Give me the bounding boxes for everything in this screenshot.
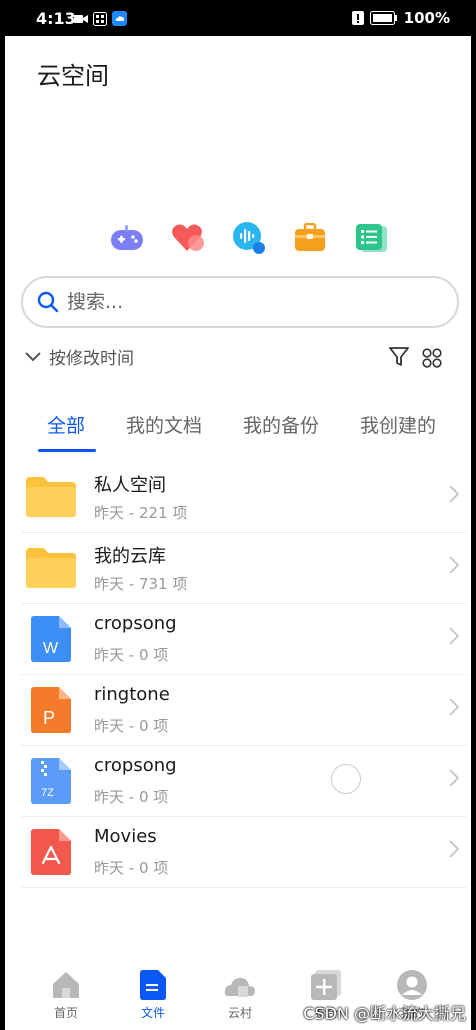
tab-my-backups[interactable]: 我的备份 xyxy=(243,411,319,438)
search-input[interactable] xyxy=(67,288,437,316)
briefcase-icon[interactable] xyxy=(292,220,328,256)
tab-my-documents[interactable]: 我的文档 xyxy=(126,411,202,438)
word-file-icon: W xyxy=(25,616,77,662)
sort-toggle[interactable]: 按修改时间 xyxy=(25,344,134,369)
list-item[interactable]: P ringtone 昨天 - 0 项 xyxy=(21,675,467,746)
ppt-badge: P xyxy=(43,708,55,728)
heart-icon[interactable] xyxy=(170,220,206,256)
home-icon xyxy=(53,972,79,998)
watermark: CSDN @断水流大撕兄 xyxy=(303,1004,466,1023)
nav-cloud-village[interactable]: 云村 xyxy=(202,970,278,1021)
page-title: 云空间 xyxy=(37,62,109,90)
game-icon[interactable] xyxy=(109,220,145,256)
nav-label: 云村 xyxy=(227,1006,252,1020)
chevron-right-icon xyxy=(449,840,459,858)
quick-access-row xyxy=(109,220,389,256)
file-name: cropsong xyxy=(94,613,177,634)
nav-home[interactable]: 首页 xyxy=(28,970,104,1021)
touch-indicator xyxy=(331,764,361,794)
chevron-right-icon xyxy=(449,485,459,503)
search-icon xyxy=(37,291,59,313)
nav-label: 首页 xyxy=(53,1006,78,1020)
file-icon xyxy=(140,970,166,1000)
voice-icon[interactable] xyxy=(231,220,267,256)
file-list: 私人空间 昨天 - 221 项 我的云库 昨天 - 731 项 W cropso… xyxy=(21,462,467,888)
nav-label: 文件 xyxy=(140,1006,165,1020)
chevron-right-icon xyxy=(449,769,459,787)
list-item[interactable]: W cropsong 昨天 - 0 项 xyxy=(21,604,467,675)
cloud-icon xyxy=(224,978,255,997)
status-bar: 4:13 100% xyxy=(0,0,476,36)
pdf-file-icon xyxy=(25,829,77,875)
file-name: 我的云库 xyxy=(94,546,166,567)
status-time: 4:13 xyxy=(36,9,76,28)
archive-file-icon: 7Z xyxy=(25,758,77,804)
ppt-file-icon: P xyxy=(25,687,77,733)
archive-badge: 7Z xyxy=(41,787,54,799)
list-item[interactable]: Movies 昨天 - 0 项 xyxy=(21,817,467,888)
search-bar[interactable] xyxy=(21,276,459,328)
tab-all[interactable]: 全部 xyxy=(47,411,85,438)
chevron-right-icon xyxy=(449,556,459,574)
chevron-right-icon xyxy=(449,627,459,645)
gallery-icon xyxy=(93,11,107,26)
list-item[interactable]: 我的云库 昨天 - 731 项 xyxy=(21,533,467,604)
chevron-down-icon xyxy=(25,351,41,361)
status-notifications xyxy=(74,11,127,26)
file-meta: 昨天 - 0 项 xyxy=(94,646,169,664)
add-box-icon xyxy=(311,970,341,1000)
file-meta: 昨天 - 0 项 xyxy=(94,859,169,877)
sort-label: 按修改时间 xyxy=(49,349,134,369)
file-name: 私人空间 xyxy=(94,475,166,496)
file-name: ringtone xyxy=(94,684,170,705)
folder-icon xyxy=(25,474,77,520)
file-meta: 昨天 - 731 项 xyxy=(94,575,188,593)
file-name: cropsong xyxy=(94,755,177,776)
grid-view-icon[interactable] xyxy=(422,348,442,368)
folder-icon xyxy=(25,545,77,591)
avatar-icon xyxy=(397,970,427,1000)
file-meta: 昨天 - 221 项 xyxy=(94,504,188,522)
file-name: Movies xyxy=(94,826,157,847)
file-meta: 昨天 - 0 项 xyxy=(94,717,169,735)
file-meta: 昨天 - 0 项 xyxy=(94,788,169,806)
list-item[interactable]: 私人空间 昨天 - 221 项 xyxy=(21,462,467,533)
alert-icon xyxy=(351,11,364,25)
cloud-space-screen: 云空间 按修改时间 全部 我的文档 我的备份 我创建的 xyxy=(5,36,471,1030)
nav-files[interactable]: 文件 xyxy=(115,970,191,1021)
notes-icon[interactable] xyxy=(353,220,389,256)
active-tab-indicator xyxy=(38,449,96,452)
list-item[interactable]: 7Z cropsong 昨天 - 0 项 xyxy=(21,746,467,817)
word-badge: W xyxy=(43,640,59,657)
video-icon xyxy=(74,14,88,23)
cloud-app-icon xyxy=(112,11,127,26)
filter-icon[interactable] xyxy=(389,347,409,367)
battery-icon xyxy=(369,11,397,25)
tab-created-by-me[interactable]: 我创建的 xyxy=(360,411,436,438)
battery-percent: 100% xyxy=(403,9,450,27)
category-tabs: 全部 我的文档 我的备份 我创建的 xyxy=(5,411,471,452)
status-right: 100% xyxy=(351,9,450,27)
chevron-right-icon xyxy=(449,698,459,716)
